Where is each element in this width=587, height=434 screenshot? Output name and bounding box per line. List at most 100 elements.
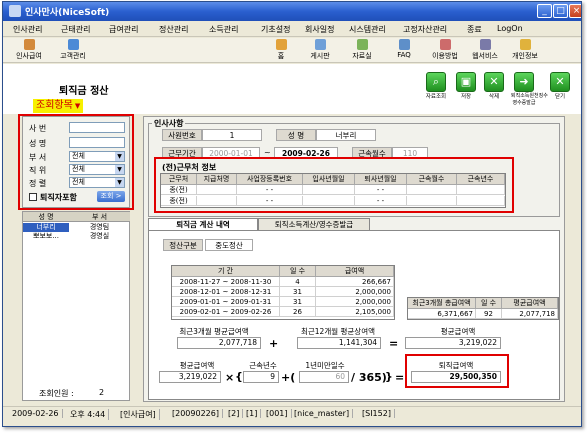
calc-type-value: 중도정산 [205,239,253,251]
archive-icon [356,39,368,50]
frac-value: 60 [299,371,349,383]
toolbar-hr-payroll[interactable]: 인사급여 [7,39,51,62]
delete-button[interactable]: ✕ 삭제 [483,72,505,100]
status-module: [인사급여] [117,409,160,420]
f2-value: 1,141,304 [297,337,381,349]
plus-operator: + [269,337,279,350]
pay-cell: 2,105,000 [316,307,394,317]
pay-cell: 4 [280,277,316,287]
menu-item[interactable]: 정산관리 [159,24,188,35]
toolbar-board[interactable]: 게시판 [303,39,337,62]
menu-item[interactable]: 고정자산관리 [403,24,447,35]
toolbar: 인사급여 고객관리 홈 게시판 자료실 FAQ 이용방법 웹서비스 개인정보 [3,38,581,63]
frac-label: 1년미만일수 [305,361,345,370]
payroll-icon [23,39,35,50]
menu-item[interactable]: 시스템관리 [349,24,386,35]
summary-header: 최근3개월 총급여액 [408,298,476,309]
close-brace: } [385,370,393,383]
window-title: 인사만사(NiceSoft) [25,8,110,18]
toolbar-howto[interactable]: 이용방법 [427,39,463,62]
pay-cell: 31 [280,287,316,297]
f3-value: 3,219,022 [405,337,501,349]
menu-item[interactable]: 근태관리 [61,24,90,35]
customer-icon [67,39,79,50]
close-window-button[interactable]: × [569,4,581,18]
howto-icon [439,39,451,50]
app-logo-icon [9,5,21,17]
summary-cell: 2,077,718 [502,309,558,319]
pay-history-table: 기 간 일 수 급여액 2008-11-27 ~ 2008-11-30 4 26… [171,265,395,320]
arrow-right-icon: ➜ [514,72,534,92]
query-button[interactable]: ⌕ 자료조회 [425,72,447,100]
status-time: 오후 4:44 [67,409,110,420]
tab-receipt[interactable]: 퇴직소득계산/영수증발급 [258,218,370,230]
avg-label: 평균급여액 [179,361,215,370]
menu-item[interactable]: 인사관리 [13,24,42,35]
title-bar: 인사만사(NiceSoft) _ □ × [3,2,581,21]
trash-icon: ✕ [484,72,504,92]
toolbar-home[interactable]: 홈 [269,39,293,62]
main-window: 인사만사(NiceSoft) _ □ × 인사관리 근태관리 급여관리 정산관리… [2,1,582,427]
issue-receipt-button[interactable]: ➜ 퇴직소득원천징수 영수증발급 [511,72,548,106]
main-content: 인사사항 사원번호 1 성 명 너부리 근무기간 2000-01-01 ~ 20… [143,116,565,402]
multiply-operator: × [225,371,235,384]
pay-cell: 2009-02-01 ~ 2009-02-26 [172,307,280,317]
summary-header: 일 수 [476,298,502,309]
board-icon [314,39,326,50]
f2-label: 최근12개월 평균상여액 [300,327,376,336]
toolbar-archive[interactable]: 자료실 [345,39,379,62]
open-brace: { [235,370,243,383]
toolbar-faq[interactable]: FAQ [389,39,419,62]
calc-type-label: 정산구분 [163,239,203,251]
personal-icon [519,39,531,50]
menu-item[interactable]: 기초설정 [261,24,290,35]
close-button[interactable]: ✕ 닫기 [549,72,571,100]
name-value: 너부리 [316,129,376,141]
equals-operator: = [389,337,399,350]
f1-label: 최근3개월 평균급여액 [179,327,249,336]
menu-item[interactable]: 종료 [467,24,482,35]
menu-item[interactable]: LogOn [497,24,523,33]
menu-bar: 인사관리 근태관리 급여관리 정산관리 소득관리 기초설정 회사일정 시스템관리… [3,21,581,37]
pay-cell: 266,667 [316,277,394,287]
arrow-down-icon: ▼ [74,102,81,110]
save-button[interactable]: ▣ 저장 [455,72,477,100]
list-item[interactable]: 경영실 [69,232,130,241]
list-item[interactable]: 너부리 [23,223,69,232]
toolbar-webservice[interactable]: 웹서비스 [467,39,503,62]
page-title: 퇴직금 정산 [59,86,109,97]
status-user: [nice_master] [291,409,354,418]
pay-cell: 2008-12-01 ~ 2008-12-31 [172,287,280,297]
page-header: 퇴직금 정산 조회항목 ▼ ⌕ 자료조회 ▣ 저장 ✕ 삭제 ➜ 퇴직소득원천징수… [3,64,581,114]
close-icon: ✕ [550,72,570,92]
result-highlight-box [405,354,509,388]
status-session: [SI152] [359,409,395,418]
employee-list: 성 명 부 서 너부리 경영팀 뽀보보... 경영실 조회인원 : 2 [22,211,130,401]
toolbar-personal[interactable]: 개인정보 [507,39,543,62]
home-icon [275,39,287,50]
search-items-annotation: 조회항목 ▼ [33,99,84,113]
pay-header: 일 수 [280,266,316,277]
employee-section-title: 인사사항 [152,118,186,129]
years-label: 근속년수 [249,361,277,370]
toolbar-customer[interactable]: 고객관리 [51,39,95,62]
status-date: 2009-02-26 [9,409,63,418]
tab-calc-details[interactable]: 퇴직금 계산 내역 [148,218,258,230]
count-value: 2 [99,388,105,397]
list-item[interactable]: 경영팀 [69,223,130,232]
faq-icon [398,39,410,50]
list-header-dept: 부 서 [69,212,130,222]
menu-item[interactable]: 회사일정 [305,24,334,35]
list-item[interactable]: 뽀보보... [23,232,69,241]
maximize-button[interactable]: □ [553,4,568,18]
minimize-button[interactable]: _ [537,4,552,18]
list-header-name: 성 명 [23,212,69,222]
menu-item[interactable]: 소득관리 [209,24,238,35]
summary-header: 평균급여액 [502,298,558,309]
tilde: ~ [264,148,271,157]
status-field: [2] [225,409,244,418]
pay-cell: 2,000,000 [316,297,394,307]
pay-cell: 31 [280,297,316,307]
years-value: 9 [243,371,279,383]
menu-item[interactable]: 급여관리 [109,24,138,35]
